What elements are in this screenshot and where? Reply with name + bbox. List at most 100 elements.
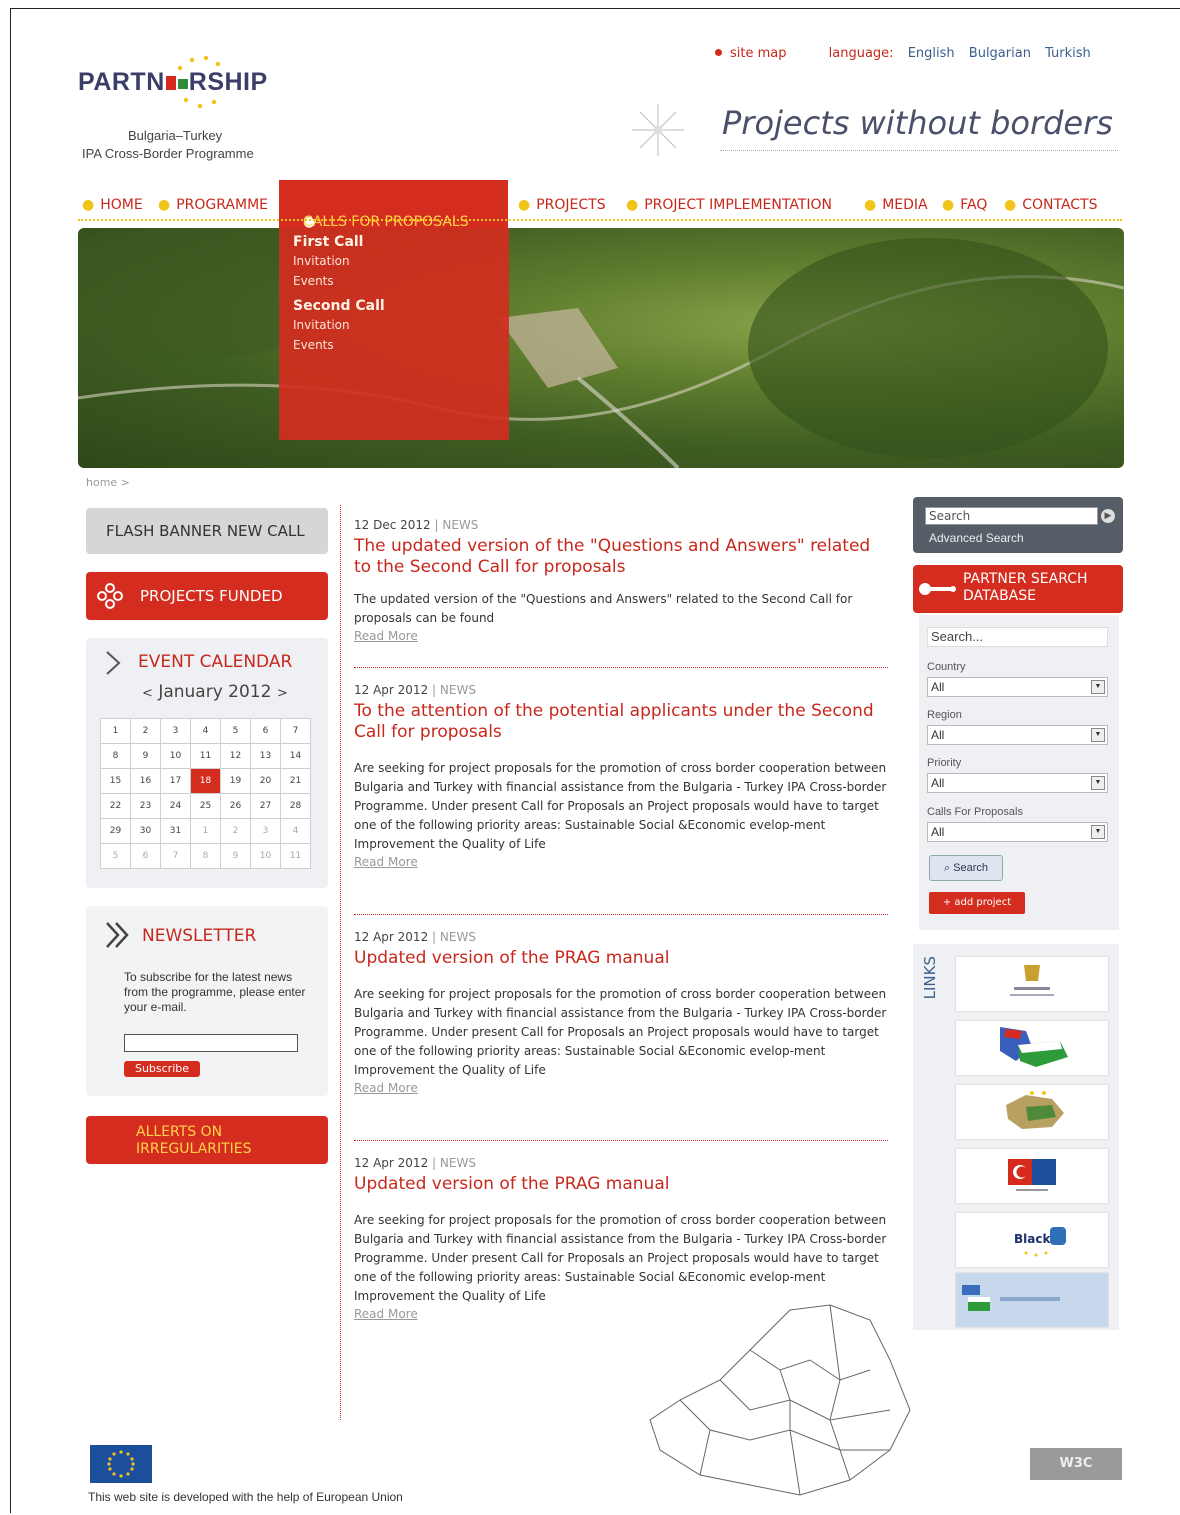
dropdown-first-call[interactable]: First Call: [293, 234, 364, 250]
double-chevron-icon: [106, 922, 129, 948]
calendar-day-other-month[interactable]: 7: [160, 843, 191, 869]
calendar-prev-button[interactable]: <: [142, 686, 153, 701]
calendar-day[interactable]: 7: [280, 718, 311, 744]
links-panel: LINKS Black: [913, 944, 1119, 1330]
calendar-day[interactable]: 26: [220, 793, 251, 819]
partner-search-form: Search... Country All ▼ Region All ▼ Prior…: [919, 615, 1119, 930]
calendar-day[interactable]: 11: [190, 743, 221, 769]
calendar-day-today[interactable]: 18: [190, 768, 221, 794]
add-project-button[interactable]: + add project: [929, 892, 1025, 914]
w3c-badge[interactable]: W3C: [1030, 1448, 1122, 1480]
nav-item-home[interactable]: ● HOME: [82, 197, 143, 213]
link-serbia-bulgaria-logo[interactable]: [955, 1020, 1109, 1076]
article-title[interactable]: Updated version of the PRAG manual: [354, 1174, 888, 1195]
dropdown-second-events[interactable]: Events: [293, 338, 334, 352]
calendar-day[interactable]: 2: [130, 718, 161, 744]
nav-item-contacts[interactable]: ● CONTACTS: [1004, 197, 1098, 213]
logo[interactable]: PARTN RSHIP: [78, 68, 268, 97]
nav-item-faq[interactable]: ● FAQ: [942, 197, 987, 213]
priority-select[interactable]: All ▼: [927, 773, 1108, 793]
dropdown-first-invitation[interactable]: Invitation: [293, 254, 350, 268]
nav-item-projects[interactable]: ● PROJECTS: [518, 197, 606, 213]
nav-item-project-implementation[interactable]: ● PROJECT IMPLEMENTATION: [626, 197, 832, 213]
article-title[interactable]: The updated version of the "Questions an…: [354, 536, 888, 578]
nav-item-programme[interactable]: ● PROGRAMME: [158, 197, 268, 213]
calendar-day[interactable]: 1: [100, 718, 131, 744]
read-more-link[interactable]: Read More: [354, 855, 888, 869]
calendar-day[interactable]: 19: [220, 768, 251, 794]
calendar-day[interactable]: 16: [130, 768, 161, 794]
read-more-link[interactable]: Read More: [354, 629, 888, 643]
article-tag: | NEWS: [432, 1156, 476, 1170]
calendar-day[interactable]: 24: [160, 793, 191, 819]
calendar-day[interactable]: 17: [160, 768, 191, 794]
link-greece-bulgaria-logo[interactable]: [955, 1272, 1109, 1328]
dropdown-second-invitation[interactable]: Invitation: [293, 318, 350, 332]
calendar-day[interactable]: 15: [100, 768, 131, 794]
calendar-day[interactable]: 10: [160, 743, 191, 769]
site-search-input[interactable]: Search: [925, 507, 1098, 525]
calendar-day[interactable]: 28: [280, 793, 311, 819]
calendar-day-other-month[interactable]: 9: [220, 843, 251, 869]
magnifier-icon: ⌕: [943, 862, 954, 874]
region-select[interactable]: All ▼: [927, 725, 1108, 745]
flash-banner-button[interactable]: FLASH BANNER NEW CALL: [86, 508, 328, 554]
calls-label: Calls For Proposals: [927, 806, 1023, 818]
language-bulgarian[interactable]: Bulgarian: [969, 46, 1031, 61]
language-english[interactable]: English: [908, 46, 955, 61]
calendar-day[interactable]: 3: [160, 718, 191, 744]
calendar-day[interactable]: 25: [190, 793, 221, 819]
link-regional-map-logo[interactable]: [955, 1084, 1109, 1140]
calendar-day[interactable]: 31: [160, 818, 191, 844]
calendar-next-button[interactable]: >: [277, 686, 288, 701]
site-map-link[interactable]: site map: [730, 46, 787, 61]
link-turkey-eu-logo[interactable]: [955, 1148, 1109, 1204]
calendar-day[interactable]: 23: [130, 793, 161, 819]
calendar-day[interactable]: 4: [190, 718, 221, 744]
calendar-day-other-month[interactable]: 2: [220, 818, 251, 844]
article-title[interactable]: Updated version of the PRAG manual: [354, 948, 888, 969]
calendar-day-other-month[interactable]: 8: [190, 843, 221, 869]
allerts-button[interactable]: ALLERTS ON IRREGULARITIES: [86, 1116, 328, 1164]
link-bulgaria-ministry-logo[interactable]: [955, 956, 1109, 1012]
calls-select[interactable]: All ▼: [927, 822, 1108, 842]
calendar-day-other-month[interactable]: 3: [250, 818, 281, 844]
calendar-day-other-month[interactable]: 10: [250, 843, 281, 869]
calendar-day[interactable]: 27: [250, 793, 281, 819]
calendar-day[interactable]: 20: [250, 768, 281, 794]
calendar-day[interactable]: 6: [250, 718, 281, 744]
country-select[interactable]: All ▼: [927, 677, 1108, 697]
calendar-day[interactable]: 22: [100, 793, 131, 819]
link-black-sea-logo[interactable]: Black: [955, 1212, 1109, 1268]
breadcrumb[interactable]: home >: [86, 476, 130, 489]
dropdown-first-events[interactable]: Events: [293, 274, 334, 288]
calendar-day-other-month[interactable]: 6: [130, 843, 161, 869]
logo-green-square: [177, 79, 188, 89]
partner-search-button[interactable]: ⌕ Search: [929, 855, 1003, 881]
search-go-icon[interactable]: ▶: [1101, 509, 1115, 523]
newsletter-email-input[interactable]: [124, 1034, 298, 1052]
calendar-day[interactable]: 8: [100, 743, 131, 769]
calendar-day[interactable]: 13: [250, 743, 281, 769]
calendar-day[interactable]: 14: [280, 743, 311, 769]
calendar-day-other-month[interactable]: 1: [190, 818, 221, 844]
calendar-day[interactable]: 12: [220, 743, 251, 769]
nav-label: PROJECTS: [536, 197, 606, 213]
calendar-day[interactable]: 21: [280, 768, 311, 794]
read-more-link[interactable]: Read More: [354, 1081, 888, 1095]
calendar-day[interactable]: 29: [100, 818, 131, 844]
dropdown-second-call[interactable]: Second Call: [293, 298, 385, 314]
language-turkish[interactable]: Turkish: [1045, 46, 1091, 61]
calendar-day[interactable]: 5: [220, 718, 251, 744]
article-title[interactable]: To the attention of the potential applic…: [354, 701, 888, 743]
calendar-day-other-month[interactable]: 11: [280, 843, 311, 869]
calendar-day-other-month[interactable]: 5: [100, 843, 131, 869]
calendar-day[interactable]: 9: [130, 743, 161, 769]
calendar-day-other-month[interactable]: 4: [280, 818, 311, 844]
partner-search-input[interactable]: Search...: [927, 627, 1108, 647]
projects-funded-button[interactable]: PROJECTS FUNDED: [86, 572, 328, 620]
advanced-search-link[interactable]: Advanced Search: [929, 531, 1024, 545]
nav-item-media[interactable]: ● MEDIA: [864, 197, 928, 213]
calendar-day[interactable]: 30: [130, 818, 161, 844]
subscribe-button[interactable]: Subscribe: [124, 1061, 200, 1077]
